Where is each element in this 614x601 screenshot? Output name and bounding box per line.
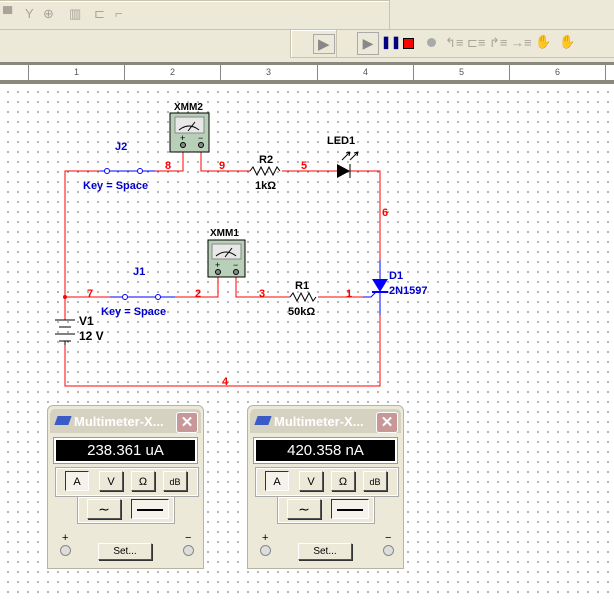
resistor-r1[interactable] bbox=[289, 291, 317, 303]
db-button[interactable]: dB bbox=[363, 471, 387, 491]
minus-label: − bbox=[185, 532, 192, 544]
multimeter-xmm1-symbol[interactable]: + − bbox=[207, 239, 246, 278]
close-button[interactable]: ✕ bbox=[176, 412, 198, 433]
plus-sign: + bbox=[215, 260, 220, 270]
battery-v1[interactable] bbox=[55, 319, 75, 345]
j1-label: J1 bbox=[133, 266, 145, 278]
multisim-logo-icon bbox=[54, 416, 72, 425]
plus-label: + bbox=[62, 532, 69, 544]
ac-button[interactable]: ∼ bbox=[287, 499, 321, 519]
dc-line-icon bbox=[137, 509, 163, 511]
node-label: 8 bbox=[165, 160, 171, 172]
plus-label: + bbox=[262, 532, 269, 544]
wire-9 bbox=[200, 150, 250, 172]
window-title: Multimeter-X... bbox=[74, 414, 164, 429]
ohmmeter-button[interactable]: Ω bbox=[131, 471, 155, 491]
r1-value: 50kΩ bbox=[288, 306, 315, 318]
xmm1-label: XMM1 bbox=[210, 228, 239, 239]
node-label: 3 bbox=[259, 288, 265, 300]
j2-label: J2 bbox=[115, 141, 127, 153]
j2-key-label: Key = Space bbox=[83, 180, 148, 192]
voltmeter-button[interactable]: V bbox=[99, 471, 123, 491]
sine-wave-icon: ∼ bbox=[298, 501, 310, 517]
multimeter-window-xmm2[interactable]: Multimeter-X... ✕ 420.358 nA A V Ω dB ∼ … bbox=[247, 405, 404, 569]
dc-line-icon bbox=[337, 509, 363, 511]
positive-terminal[interactable] bbox=[60, 545, 71, 556]
title-bar[interactable]: Multimeter-X... ✕ bbox=[250, 409, 401, 433]
set-button[interactable]: Set... bbox=[298, 543, 352, 560]
plus-sign: + bbox=[180, 133, 185, 143]
dc-button[interactable] bbox=[131, 499, 169, 519]
resistor-r2[interactable] bbox=[249, 165, 281, 177]
multisim-logo-icon bbox=[254, 416, 272, 425]
close-button[interactable]: ✕ bbox=[376, 412, 398, 433]
switch-j1[interactable] bbox=[110, 294, 175, 300]
window-title: Multimeter-X... bbox=[274, 414, 364, 429]
positive-terminal[interactable] bbox=[260, 545, 271, 556]
db-button[interactable]: dB bbox=[163, 471, 187, 491]
minus-sign: − bbox=[198, 133, 203, 143]
voltmeter-button[interactable]: V bbox=[299, 471, 323, 491]
node-label: 1 bbox=[346, 288, 352, 300]
multimeter-window-xmm1[interactable]: Multimeter-X... ✕ 238.361 uA A V Ω dB ∼ … bbox=[47, 405, 204, 569]
xmm2-label: XMM2 bbox=[174, 102, 203, 113]
ohmmeter-button[interactable]: Ω bbox=[331, 471, 355, 491]
negative-terminal[interactable] bbox=[383, 545, 394, 556]
reading-display: 420.358 nA bbox=[253, 437, 398, 464]
ammeter-button[interactable]: A bbox=[265, 471, 289, 491]
set-button[interactable]: Set... bbox=[98, 543, 152, 560]
r2-label: R2 bbox=[259, 154, 273, 166]
node-label: 4 bbox=[222, 376, 229, 388]
node-label: 9 bbox=[219, 160, 225, 172]
r1-label: R1 bbox=[295, 280, 309, 292]
r2-value: 1kΩ bbox=[255, 180, 276, 192]
negative-terminal[interactable] bbox=[183, 545, 194, 556]
led1-label: LED1 bbox=[327, 135, 355, 147]
reading-display: 238.361 uA bbox=[53, 437, 198, 464]
switch-j2[interactable] bbox=[100, 168, 155, 174]
sine-wave-icon: ∼ bbox=[98, 501, 110, 517]
dc-button[interactable] bbox=[331, 499, 369, 519]
v1-value: 12 V bbox=[79, 329, 104, 343]
scr-d1[interactable] bbox=[363, 260, 388, 315]
junction-dot bbox=[63, 295, 67, 299]
ac-button[interactable]: ∼ bbox=[87, 499, 121, 519]
v1-label: V1 bbox=[79, 314, 94, 328]
minus-sign: − bbox=[233, 260, 238, 270]
node-label: 6 bbox=[382, 207, 388, 219]
led-led1[interactable] bbox=[337, 151, 359, 178]
node-label: 5 bbox=[301, 160, 307, 172]
wire-main bbox=[64, 170, 381, 387]
d1-model: 2N1597 bbox=[389, 285, 428, 297]
j1-key-label: Key = Space bbox=[101, 306, 166, 318]
title-bar[interactable]: Multimeter-X... ✕ bbox=[50, 409, 201, 433]
ammeter-button[interactable]: A bbox=[65, 471, 89, 491]
d1-label: D1 bbox=[389, 270, 403, 282]
minus-label: − bbox=[385, 532, 392, 544]
node-label: 2 bbox=[195, 288, 201, 300]
multimeter-xmm2-symbol[interactable]: + − bbox=[169, 112, 210, 153]
node-label: 7 bbox=[87, 288, 93, 300]
